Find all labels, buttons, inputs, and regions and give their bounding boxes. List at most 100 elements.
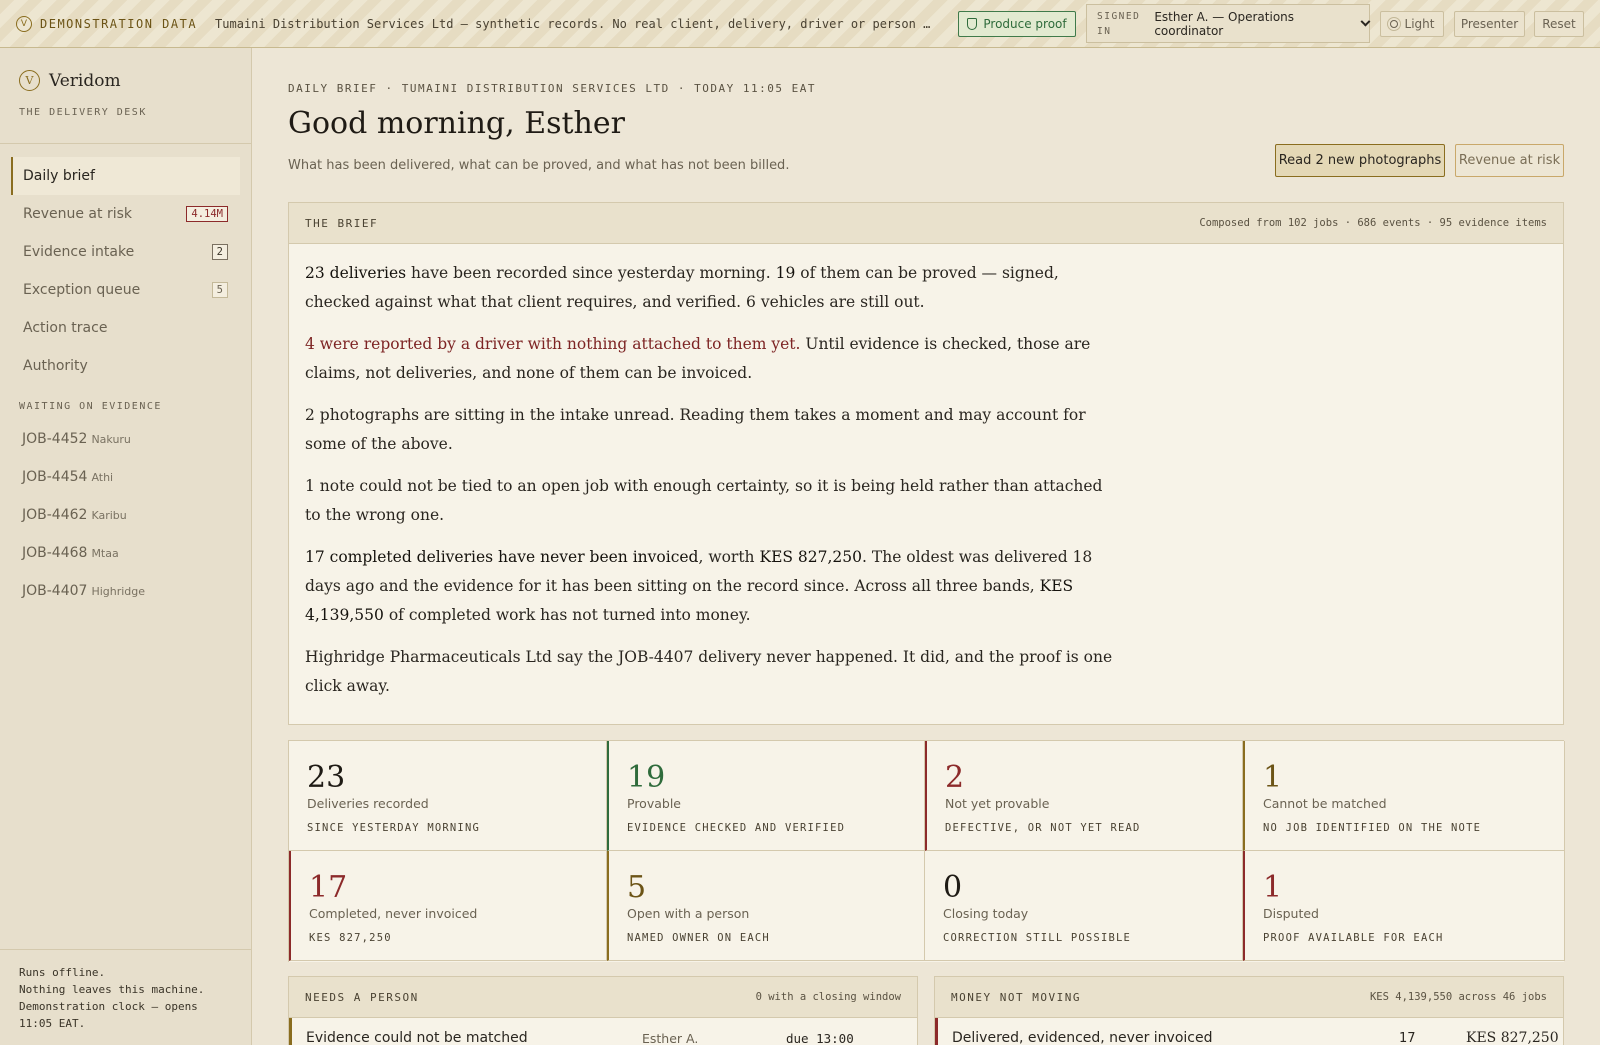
demo-notice: Tumaini Distribution Services Ltd — synt…	[215, 16, 933, 31]
produce-proof-label: Produce proof	[983, 17, 1067, 31]
brief-emphasis: 17 completed deliveries have never been …	[305, 548, 699, 566]
brief-emphasis: 23 deliveries	[305, 264, 407, 282]
brief-paragraph: 2 photographs are sitting in the intake …	[305, 406, 1086, 453]
exception-count-badge: 5	[211, 282, 228, 298]
brief-eyebrow: DAILY BRIEF · TUMAINI DISTRIBUTION SERVI…	[288, 82, 816, 95]
stat-disputed[interactable]: 1 Disputed PROOF AVAILABLE FOR EACH	[1243, 851, 1565, 961]
read-photographs-button[interactable]: Read 2 new photographs	[1275, 144, 1445, 177]
stat-subtitle: CORRECTION STILL POSSIBLE	[943, 932, 1132, 944]
waiting-job-item[interactable]: JOB-4468 Mtaa	[22, 545, 119, 561]
demo-label: DEMONSTRATION DATA	[40, 16, 198, 31]
waiting-section-label: WAITING ON EVIDENCE	[19, 401, 162, 412]
brief-emphasis: 19	[775, 264, 796, 282]
revenue-at-risk-button[interactable]: Revenue at risk	[1455, 144, 1564, 177]
brief-text: , worth	[698, 548, 760, 566]
money-not-moving-card: MONEY NOT MOVING KES 4,139,550 across 46…	[934, 976, 1564, 1045]
money-header: MONEY NOT MOVING KES 4,139,550 across 46…	[935, 977, 1563, 1018]
needs-person-row[interactable]: Evidence could not be matched Esther A. …	[289, 1018, 917, 1045]
nav-daily-brief[interactable]: Daily brief	[11, 157, 240, 195]
brief-emphasis: KES 827,250	[759, 548, 863, 566]
job-location: Athi	[91, 471, 114, 484]
nav-revenue-at-risk[interactable]: Revenue at risk 4.14M	[11, 195, 240, 233]
theme-toggle-button[interactable]: Light	[1380, 11, 1444, 37]
presenter-button[interactable]: Presenter	[1454, 11, 1525, 37]
job-location: Nakuru	[91, 433, 131, 446]
row-owner: Esther A.	[642, 1030, 699, 1045]
stat-cannot-be-matched[interactable]: 1 Cannot be matched NO JOB IDENTIFIED ON…	[1243, 741, 1565, 851]
nav-label: Evidence intake	[23, 244, 135, 260]
row-label: Evidence could not be matched	[306, 1030, 528, 1045]
stats-grid: 23 Deliveries recorded SINCE YESTERDAY M…	[288, 740, 1565, 962]
stat-open-with-person[interactable]: 5 Open with a person NAMED OWNER ON EACH	[607, 851, 925, 961]
row-count: 17	[1399, 1030, 1416, 1045]
stat-provable[interactable]: 19 Provable EVIDENCE CHECKED AND VERIFIE…	[607, 741, 925, 851]
page-subtitle: What has been delivered, what can be pro…	[288, 158, 790, 173]
row-due: due 13:00	[786, 1030, 854, 1045]
nav-label: Daily brief	[23, 168, 95, 184]
job-id: JOB-4462	[22, 507, 88, 523]
stat-never-invoiced[interactable]: 17 Completed, never invoiced KES 827,250	[289, 851, 607, 961]
theme-label: Light	[1404, 17, 1435, 31]
brief-paragraph: Highridge Pharmaceuticals Ltd say the JO…	[305, 648, 1113, 695]
nav-label: Revenue at risk	[23, 206, 132, 222]
nav-label: Exception queue	[23, 282, 141, 298]
needs-person-header: NEEDS A PERSON 0 with a closing window	[289, 977, 917, 1018]
user-switcher[interactable]: SIGNED IN Esther A. — Operations coordin…	[1086, 4, 1371, 43]
nav-action-trace[interactable]: Action trace	[11, 309, 240, 347]
stat-not-yet-provable[interactable]: 2 Not yet provable DEFECTIVE, OR NOT YET…	[925, 741, 1243, 851]
stat-value: 1	[1263, 760, 1283, 795]
intake-count-badge: 2	[211, 244, 228, 260]
page-title: Good morning, Esther	[288, 106, 625, 141]
footer-line: 11:05 EAT.	[19, 1017, 86, 1030]
stat-value: 23	[307, 760, 346, 795]
demo-badge: V DEMONSTRATION DATA	[16, 15, 198, 32]
nav-evidence-intake[interactable]: Evidence intake 2	[11, 233, 240, 271]
stat-label: Cannot be matched	[1263, 796, 1387, 811]
brand-name: Veridom	[49, 70, 121, 91]
brief-paragraph: 23 deliveries have been recorded since y…	[305, 259, 1115, 317]
stat-label: Completed, never invoiced	[309, 906, 478, 921]
sidebar-divider	[0, 143, 252, 144]
stat-subtitle: NAMED OWNER ON EACH	[627, 932, 770, 944]
waiting-job-item[interactable]: JOB-4454 Athi	[22, 469, 113, 485]
job-location: Karibu	[91, 509, 127, 522]
footer-line: Nothing leaves this machine.	[19, 983, 205, 996]
sun-icon	[1389, 20, 1398, 28]
brand-subtitle: THE DELIVERY DESK	[19, 107, 147, 118]
stat-value: 19	[627, 760, 666, 795]
brief-paragraph: 1 note could not be tied to an open job …	[305, 477, 1103, 524]
brief-text: have been recorded since yesterday morni…	[406, 264, 776, 282]
sidebar-footer: Runs offline. Nothing leaves this machin…	[19, 964, 204, 1032]
job-id: JOB-4468	[22, 545, 88, 561]
brand[interactable]: V Veridom	[19, 70, 121, 91]
stat-label: Disputed	[1263, 906, 1319, 921]
job-id: JOB-4454	[22, 469, 88, 485]
row-label: Delivered, evidenced, never invoiced	[952, 1030, 1213, 1045]
waiting-job-item[interactable]: JOB-4462 Karibu	[22, 507, 127, 523]
nav-authority[interactable]: Authority	[11, 347, 240, 385]
nav-exception-queue[interactable]: Exception queue 5	[11, 271, 240, 309]
stat-label: Not yet provable	[945, 796, 1050, 811]
sidebar: V Veridom THE DELIVERY DESK Daily brief …	[0, 48, 252, 1045]
brief-paragraph: 4 were reported by a driver with nothing…	[305, 330, 1115, 388]
brief-paragraph: 17 completed deliveries have never been …	[305, 543, 1115, 630]
produce-proof-button[interactable]: Produce proof	[958, 11, 1076, 37]
stat-subtitle: DEFECTIVE, OR NOT YET READ	[945, 822, 1141, 834]
veridom-mark-icon: V	[16, 15, 32, 32]
waiting-job-item[interactable]: JOB-4452 Nakuru	[22, 431, 131, 447]
stat-deliveries-recorded[interactable]: 23 Deliveries recorded SINCE YESTERDAY M…	[289, 741, 607, 851]
stat-value: 5	[627, 870, 647, 905]
stat-closing-today[interactable]: 0 Closing today CORRECTION STILL POSSIBL…	[925, 851, 1243, 961]
job-id: JOB-4407	[22, 583, 88, 599]
row-amount: KES 827,250	[1466, 1030, 1559, 1045]
stat-label: Closing today	[943, 906, 1029, 921]
footer-line: Runs offline.	[19, 966, 106, 979]
stat-label: Deliveries recorded	[307, 796, 429, 811]
brief-body: 23 deliveries have been recorded since y…	[305, 259, 1115, 714]
signed-in-label: SIGNED IN	[1097, 10, 1141, 37]
nav-label: Action trace	[23, 320, 108, 336]
money-row[interactable]: Delivered, evidenced, never invoiced 17 …	[935, 1018, 1563, 1045]
revenue-badge: 4.14M	[186, 206, 228, 222]
reset-button[interactable]: Reset	[1534, 11, 1584, 37]
waiting-job-item[interactable]: JOB-4407 Highridge	[22, 583, 145, 599]
